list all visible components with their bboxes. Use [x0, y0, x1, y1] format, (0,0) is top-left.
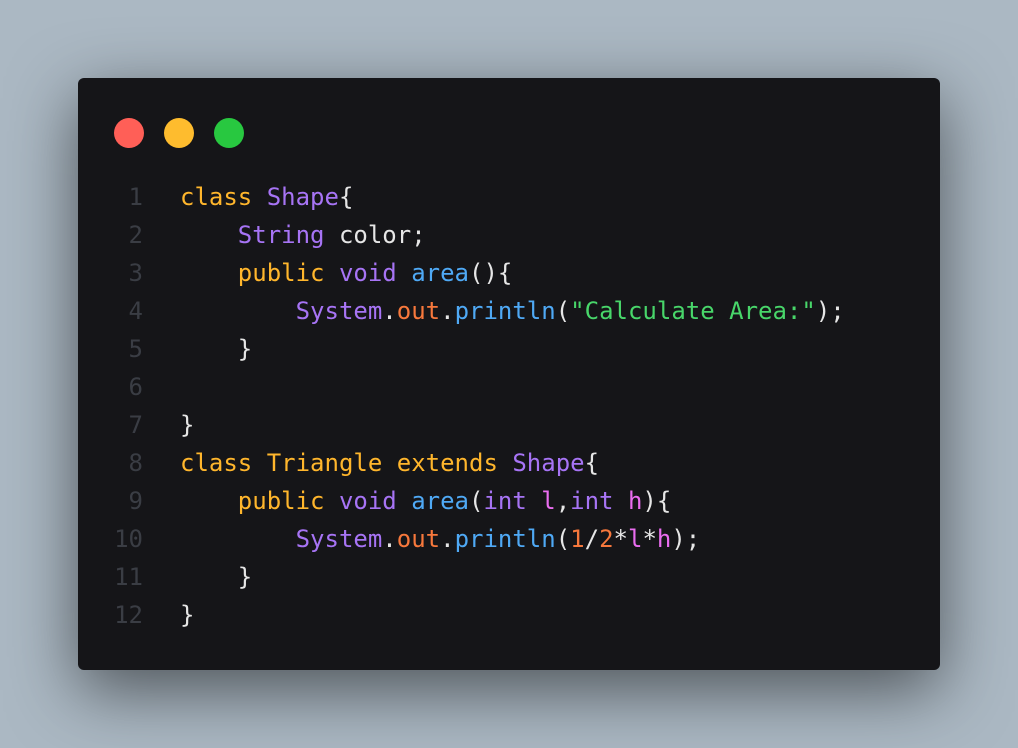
minimize-dot-icon[interactable]: [164, 118, 194, 148]
code-token: extends: [396, 449, 513, 477]
code-token: (: [469, 487, 484, 515]
code-token: String: [237, 221, 325, 249]
code-token: h: [656, 525, 672, 553]
code-token: );: [815, 297, 845, 325]
line-number: 9: [128, 487, 143, 515]
line-number: 11: [114, 563, 143, 591]
line-number: 12: [114, 601, 143, 629]
code-line: 2 String color;: [78, 216, 940, 254]
code-text: System.out.println("Calculate Area:");: [143, 292, 845, 330]
code-token: *: [642, 525, 657, 553]
code-token: out: [396, 525, 441, 553]
code-token: "Calculate Area:": [570, 297, 816, 325]
code-text: System.out.println(1/2*l*h);: [143, 520, 701, 558]
code-token: l: [627, 525, 643, 553]
code-text: class Shape{: [143, 178, 353, 216]
code-token: System: [295, 297, 383, 325]
code-token: ,: [555, 487, 571, 515]
code-token: int: [570, 487, 628, 515]
code-token: Shape: [266, 183, 339, 211]
code-token: ){: [642, 487, 672, 515]
code-token: area: [411, 487, 469, 515]
code-line: 9 public void area(int l,int h){: [78, 482, 940, 520]
code-token: println: [454, 297, 556, 325]
line-number: 3: [128, 259, 143, 287]
code-token: }: [180, 411, 195, 439]
code-line: 1 class Shape{: [78, 178, 940, 216]
code-token: 2: [599, 525, 614, 553]
code-token: }: [180, 563, 253, 591]
code-token: .: [382, 525, 397, 553]
code-token: }: [180, 335, 253, 363]
code-text: class Triangle extends Shape{: [143, 444, 599, 482]
code-line: 12}: [78, 596, 940, 634]
code-text: }: [143, 596, 194, 634]
code-token: void: [338, 259, 412, 287]
code-token: h: [627, 487, 643, 515]
code-token: {: [338, 183, 354, 211]
code-text: }: [143, 406, 194, 444]
code-token: Triangle: [266, 449, 397, 477]
code-token: Shape: [512, 449, 585, 477]
code-text: }: [143, 330, 252, 368]
code-token: System: [295, 525, 383, 553]
code-token: class: [180, 183, 267, 211]
close-dot-icon[interactable]: [114, 118, 144, 148]
code-token: .: [382, 297, 397, 325]
code-block: 1 class Shape{2 String color; 3 public voi…: [78, 178, 940, 634]
line-number: 4: [128, 297, 143, 325]
code-token: *: [613, 525, 628, 553]
line-number: 10: [114, 525, 143, 553]
code-text: }: [143, 558, 252, 596]
code-token: (){: [469, 259, 513, 287]
line-number: 6: [128, 373, 143, 401]
code-token: void: [338, 487, 412, 515]
line-number: 8: [128, 449, 143, 477]
maximize-dot-icon[interactable]: [214, 118, 244, 148]
line-number: 2: [128, 221, 143, 249]
code-token: public: [237, 259, 339, 287]
code-token: (: [555, 297, 571, 325]
line-number: 7: [128, 411, 143, 439]
code-token: println: [454, 525, 556, 553]
code-token: l: [541, 487, 556, 515]
line-number: 5: [128, 335, 143, 363]
code-token: .: [440, 525, 455, 553]
window-controls: [114, 118, 244, 148]
code-text: public void area(int l,int h){: [143, 482, 672, 520]
code-token: out: [396, 297, 441, 325]
code-line: 11 }: [78, 558, 940, 596]
code-token: (: [555, 525, 571, 553]
code-token: color;: [324, 221, 426, 249]
code-token: }: [180, 601, 195, 629]
code-token: );: [671, 525, 701, 553]
code-token: area: [411, 259, 469, 287]
code-line: 7}: [78, 406, 940, 444]
code-text: String color;: [143, 216, 426, 254]
code-line: 10 System.out.println(1/2*l*h);: [78, 520, 940, 558]
code-token: 1: [570, 525, 585, 553]
code-line: 5 }: [78, 330, 940, 368]
code-line: 3 public void area(){: [78, 254, 940, 292]
line-number: 1: [128, 183, 143, 211]
code-token: class: [180, 449, 267, 477]
code-line: 8 class Triangle extends Shape{: [78, 444, 940, 482]
code-token: public: [237, 487, 339, 515]
code-token: .: [440, 297, 455, 325]
code-text: public void area(){: [143, 254, 513, 292]
code-token: /: [584, 525, 600, 553]
code-token: int: [483, 487, 542, 515]
code-line: 6: [78, 368, 940, 406]
code-line: 4 System.out.println("Calculate Area:");: [78, 292, 940, 330]
code-window: 1 class Shape{2 String color; 3 public voi…: [78, 78, 940, 670]
code-token: {: [584, 449, 600, 477]
